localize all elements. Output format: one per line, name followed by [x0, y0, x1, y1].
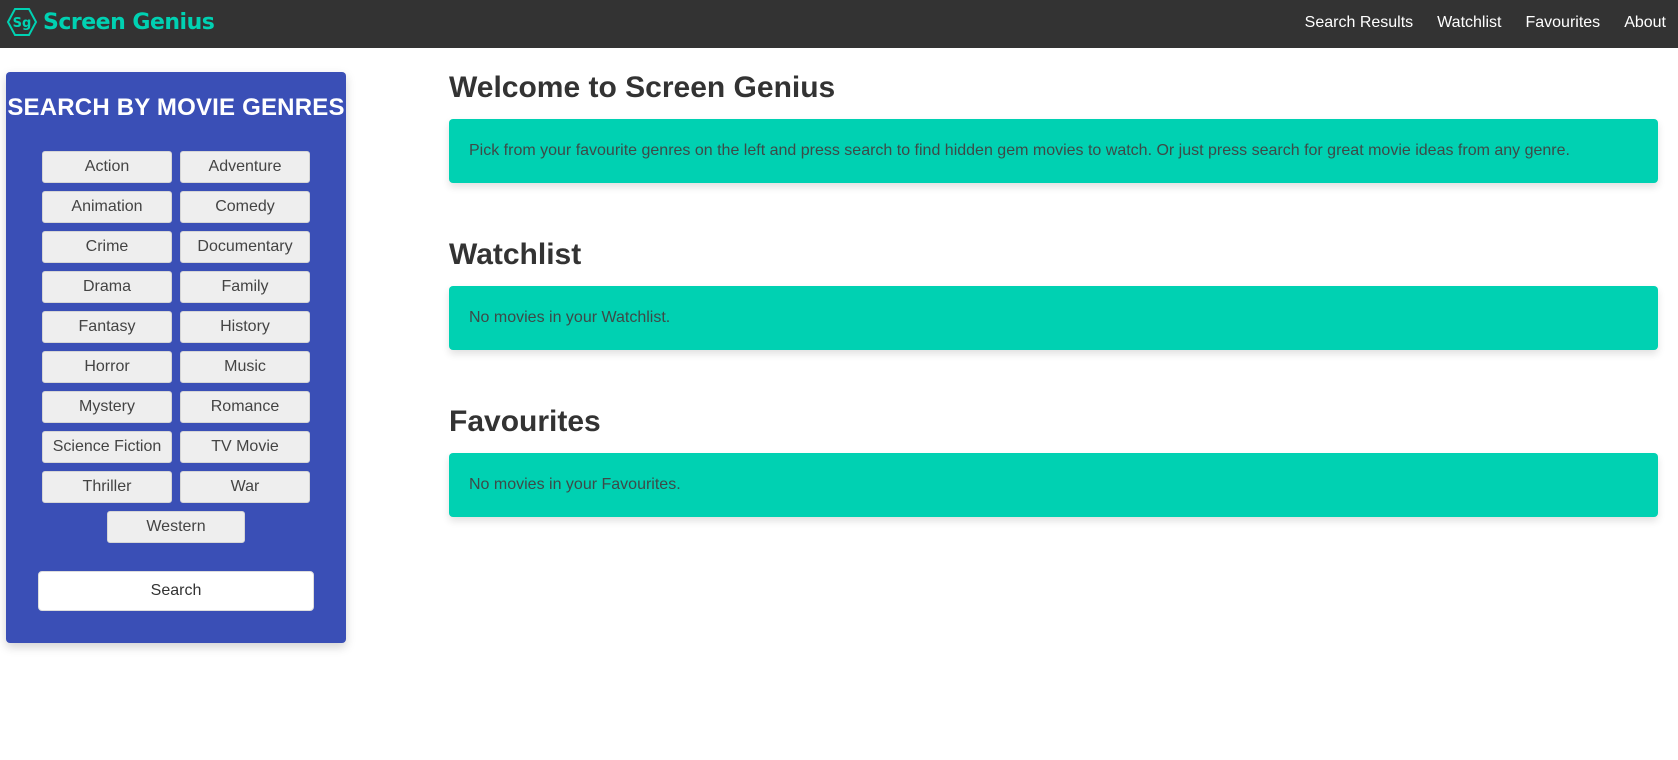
genre-button-comedy[interactable]: Comedy [180, 191, 310, 223]
genre-button-adventure[interactable]: Adventure [180, 151, 310, 183]
favourites-empty-notice: No movies in your Favourites. [449, 453, 1658, 517]
genre-button-animation[interactable]: Animation [42, 191, 172, 223]
genre-button-action[interactable]: Action [42, 151, 172, 183]
genre-button-drama[interactable]: Drama [42, 271, 172, 303]
panel-title: SEARCH BY MOVIE GENRES [7, 94, 345, 121]
welcome-notice: Pick from your favourite genres on the l… [449, 119, 1658, 183]
genre-button-western[interactable]: Western [107, 511, 245, 543]
brand-logo-link[interactable]: Sg Screen Genius [7, 6, 215, 38]
brand-logo-text: Sg [13, 16, 32, 31]
genre-button-war[interactable]: War [180, 471, 310, 503]
genre-button-music[interactable]: Music [180, 351, 310, 383]
nav-link-watchlist[interactable]: Watchlist [1425, 14, 1513, 32]
genre-button-fantasy[interactable]: Fantasy [42, 311, 172, 343]
genre-button-crime[interactable]: Crime [42, 231, 172, 263]
genre-button-history[interactable]: History [180, 311, 310, 343]
genre-button-romance[interactable]: Romance [180, 391, 310, 423]
watchlist-title: Watchlist [449, 238, 582, 271]
top-navbar: Sg Screen Genius Search Results Watchlis… [0, 0, 1678, 48]
genre-button-thriller[interactable]: Thriller [42, 471, 172, 503]
search-button[interactable]: Search [38, 571, 314, 611]
genre-button-mystery[interactable]: Mystery [42, 391, 172, 423]
nav-link-about[interactable]: About [1612, 14, 1678, 32]
genre-search-panel: SEARCH BY MOVIE GENRES Action Adventure … [6, 72, 346, 643]
watchlist-empty-notice: No movies in your Watchlist. [449, 286, 1658, 350]
genre-button-tv-movie[interactable]: TV Movie [180, 431, 310, 463]
brand-hexagon-icon: Sg [7, 7, 37, 37]
welcome-title: Welcome to Screen Genius [449, 71, 836, 104]
genre-button-family[interactable]: Family [180, 271, 310, 303]
nav-links: Search Results Watchlist Favourites Abou… [1293, 0, 1678, 45]
genre-button-horror[interactable]: Horror [42, 351, 172, 383]
nav-link-search-results[interactable]: Search Results [1293, 14, 1426, 32]
favourites-title: Favourites [449, 405, 601, 438]
nav-link-favourites[interactable]: Favourites [1513, 14, 1612, 32]
genre-button-science-fiction[interactable]: Science Fiction [42, 431, 172, 463]
brand-name: Screen Genius [43, 9, 215, 35]
genre-button-documentary[interactable]: Documentary [180, 231, 310, 263]
